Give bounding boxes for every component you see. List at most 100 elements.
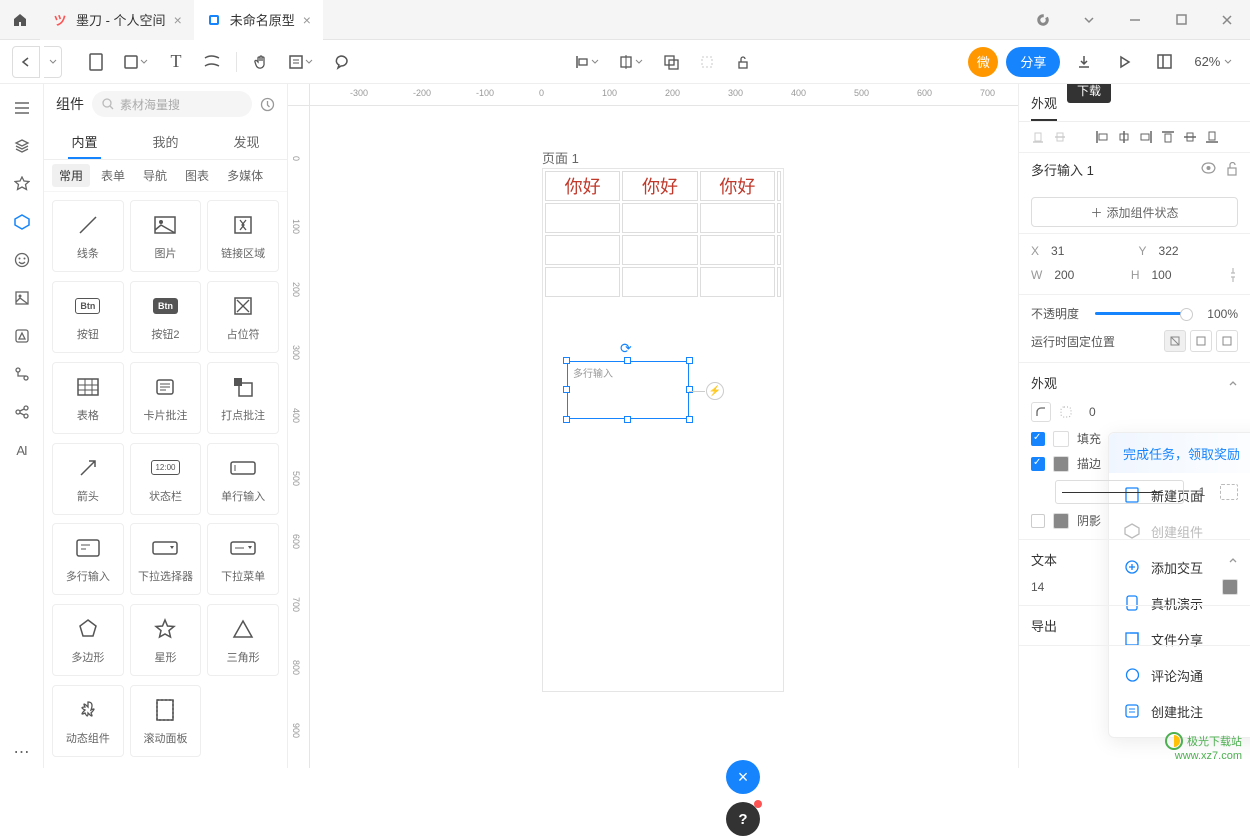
add-state-button[interactable]: ＋ 添加组件状态 bbox=[1031, 197, 1238, 227]
comp-statusbar[interactable]: 12:00状态栏 bbox=[130, 443, 202, 515]
comp-dropdown[interactable]: 下拉选择器 bbox=[130, 523, 202, 595]
rotate-icon[interactable]: ⟳ bbox=[620, 340, 632, 357]
rail-emoji[interactable] bbox=[6, 244, 38, 276]
text-color[interactable] bbox=[1222, 579, 1238, 595]
stroke-checkbox[interactable] bbox=[1031, 457, 1045, 471]
export-section[interactable]: 导出 bbox=[1031, 616, 1238, 635]
shadow-color[interactable] bbox=[1053, 513, 1069, 529]
comp-scroll[interactable]: 滚动面板 bbox=[130, 685, 202, 757]
comp-button2[interactable]: Btn按钮2 bbox=[130, 281, 202, 353]
fab-close[interactable]: × bbox=[726, 760, 760, 794]
rail-outline[interactable] bbox=[6, 92, 38, 124]
download-button[interactable] bbox=[1068, 46, 1100, 78]
comp-button[interactable]: Btn按钮 bbox=[52, 281, 124, 353]
rect-tool[interactable] bbox=[116, 46, 156, 78]
cat-nav[interactable]: 导航 bbox=[136, 164, 174, 187]
comment-tool[interactable] bbox=[325, 46, 357, 78]
rail-share-nodes[interactable] bbox=[6, 396, 38, 428]
distribute-tool[interactable] bbox=[611, 46, 651, 78]
shadow-checkbox[interactable] bbox=[1031, 514, 1045, 528]
rail-icons[interactable] bbox=[6, 320, 38, 352]
close-icon[interactable]: × bbox=[174, 12, 182, 28]
tab-discover[interactable]: 发现 bbox=[206, 124, 287, 159]
text-section[interactable]: 文本 bbox=[1031, 550, 1238, 569]
home-button[interactable] bbox=[0, 0, 40, 40]
comp-table[interactable]: 表格 bbox=[52, 362, 124, 434]
component-tool[interactable] bbox=[691, 46, 723, 78]
comp-input[interactable]: 单行输入 bbox=[207, 443, 279, 515]
align-left-tool[interactable] bbox=[567, 46, 607, 78]
close-button[interactable] bbox=[1204, 0, 1250, 40]
stroke-pos-icon[interactable] bbox=[1220, 484, 1238, 500]
resize-handle[interactable] bbox=[686, 416, 693, 423]
tab-prototype[interactable]: 未命名原型 × bbox=[194, 0, 323, 40]
pin-none[interactable] bbox=[1164, 330, 1186, 352]
selected-textarea[interactable]: ⟳ 多行输入 bbox=[567, 361, 689, 419]
comp-star[interactable]: 星形 bbox=[130, 604, 202, 676]
comp-dynamic[interactable]: 动态组件 bbox=[52, 685, 124, 757]
fab-help[interactable]: ? bbox=[726, 802, 760, 836]
comp-dot[interactable]: 打点批注 bbox=[207, 362, 279, 434]
play-button[interactable] bbox=[1108, 46, 1140, 78]
comp-polygon[interactable]: 多边形 bbox=[52, 604, 124, 676]
hand-tool[interactable] bbox=[245, 46, 277, 78]
back-dropdown[interactable] bbox=[44, 46, 62, 78]
rail-more[interactable]: ⋯ bbox=[6, 736, 38, 768]
cat-common[interactable]: 常用 bbox=[52, 164, 90, 187]
comp-triangle[interactable]: 三角形 bbox=[207, 604, 279, 676]
unlock-tool[interactable] bbox=[727, 46, 759, 78]
resize-handle[interactable] bbox=[563, 416, 570, 423]
resize-handle[interactable] bbox=[624, 357, 631, 364]
cat-form[interactable]: 表单 bbox=[94, 164, 132, 187]
comp-line[interactable]: 线条 bbox=[52, 200, 124, 272]
radius-full-icon[interactable] bbox=[1059, 405, 1073, 419]
comp-menu[interactable]: 下拉菜单 bbox=[207, 523, 279, 595]
resize-handle[interactable] bbox=[624, 416, 631, 423]
dropdown-button[interactable] bbox=[1066, 0, 1112, 40]
history-icon[interactable] bbox=[260, 97, 275, 112]
x-input[interactable]: 31 bbox=[1051, 244, 1130, 258]
search-input[interactable]: 素材海量搜 bbox=[92, 91, 252, 117]
opacity-slider[interactable] bbox=[1095, 312, 1191, 315]
rail-assets[interactable] bbox=[6, 168, 38, 200]
share-button[interactable]: 分享 bbox=[1006, 47, 1060, 77]
maximize-button[interactable] bbox=[1158, 0, 1204, 40]
union-tool[interactable] bbox=[655, 46, 687, 78]
pen-tool[interactable] bbox=[196, 46, 228, 78]
close-icon[interactable]: × bbox=[303, 12, 311, 28]
note-tool[interactable] bbox=[281, 46, 321, 78]
cat-chart[interactable]: 图表 bbox=[178, 164, 216, 187]
text-tool[interactable]: T bbox=[160, 46, 192, 78]
opacity-value[interactable]: 100% bbox=[1207, 307, 1238, 321]
artboard[interactable]: 你好你好你好 bbox=[542, 168, 784, 692]
interaction-icon[interactable]: ⚡ bbox=[706, 382, 724, 400]
table[interactable]: 你好你好你好 bbox=[543, 169, 783, 299]
link-wh-icon[interactable] bbox=[1228, 266, 1238, 284]
comp-image[interactable]: 图片 bbox=[130, 200, 202, 272]
comp-textarea[interactable]: 多行输入 bbox=[52, 523, 124, 595]
rail-images[interactable] bbox=[6, 282, 38, 314]
fill-color[interactable] bbox=[1053, 431, 1069, 447]
fill-checkbox[interactable] bbox=[1031, 432, 1045, 446]
lock-icon[interactable] bbox=[1226, 162, 1238, 176]
resize-handle[interactable] bbox=[563, 357, 570, 364]
comp-placeholder[interactable]: 占位符 bbox=[207, 281, 279, 353]
layout-button[interactable] bbox=[1148, 46, 1180, 78]
reload-button[interactable] bbox=[1020, 0, 1066, 40]
w-input[interactable]: 200 bbox=[1054, 268, 1123, 282]
rail-components[interactable] bbox=[6, 206, 38, 238]
pin-bottom[interactable] bbox=[1216, 330, 1238, 352]
font-size[interactable]: 14 bbox=[1031, 580, 1214, 594]
radius-input[interactable]: 0 bbox=[1089, 405, 1238, 419]
h-input[interactable]: 100 bbox=[1152, 268, 1221, 282]
align-buttons-1[interactable] bbox=[1031, 130, 1067, 144]
stroke-style[interactable] bbox=[1055, 480, 1184, 504]
appearance-section[interactable]: 外观 bbox=[1031, 373, 1238, 392]
canvas[interactable]: -300-200-1000100200300400500600700 01002… bbox=[288, 84, 1018, 768]
page-label[interactable]: 页面 1 bbox=[542, 148, 579, 167]
rail-layers[interactable] bbox=[6, 130, 38, 162]
pin-top[interactable] bbox=[1190, 330, 1212, 352]
resize-handle[interactable] bbox=[686, 357, 693, 364]
resize-handle[interactable] bbox=[563, 386, 570, 393]
comp-card[interactable]: 卡片批注 bbox=[130, 362, 202, 434]
